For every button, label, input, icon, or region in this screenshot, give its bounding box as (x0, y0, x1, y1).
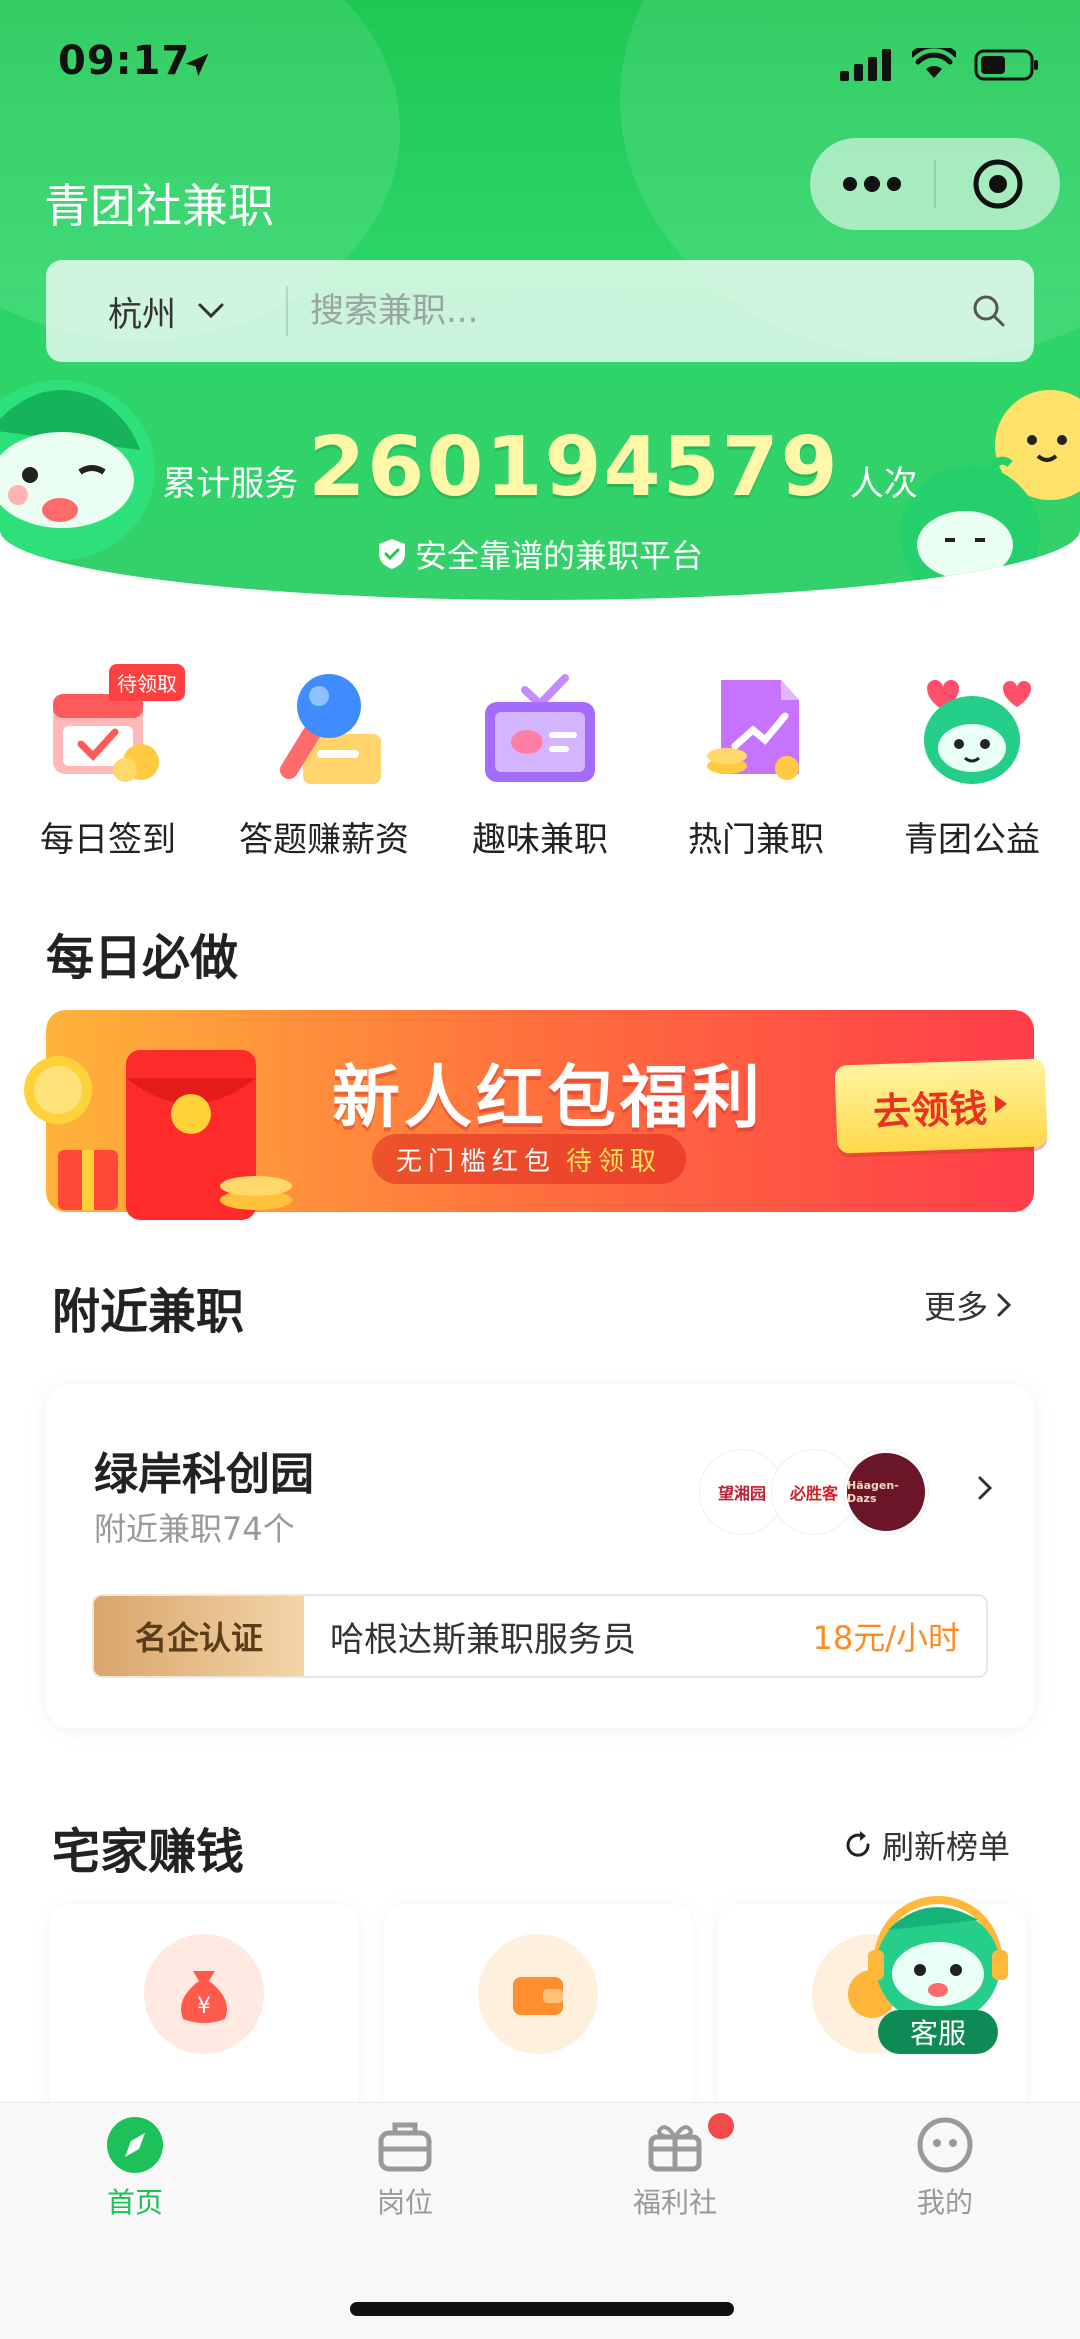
wallet-icon (478, 1934, 598, 2054)
verified-company-badge: 名企认证 (94, 1596, 304, 1676)
home-indicator (350, 2302, 734, 2316)
chevron-right-icon (978, 1476, 993, 1500)
mini-program-capsule (810, 138, 1060, 230)
category-label: 热门兼职 (688, 820, 824, 860)
refresh-label: 刷新榜单 (882, 1828, 1011, 1866)
header: 09:17 青团社兼职 杭州 搜索兼职... 累计服务 260194579 人次… (0, 0, 1080, 600)
category-quiz-earn[interactable]: 答题赚薪资 (216, 670, 432, 870)
tagline-text: 安全靠谱的兼职平台 (414, 537, 703, 575)
category-fun-jobs[interactable]: 趣味兼职 (432, 670, 648, 870)
search-icon (973, 295, 1005, 327)
search-button[interactable] (944, 294, 1034, 328)
trending-chart-icon (691, 670, 821, 790)
search-bar: 杭州 (46, 260, 1034, 362)
chevron-right-icon (997, 1293, 1012, 1317)
more-button[interactable] (810, 138, 934, 230)
gift-icon (648, 2125, 702, 2172)
tab-welfare[interactable]: 福利社 (540, 2103, 810, 2253)
job-title: 哈根达斯兼职服务员 (330, 1619, 636, 1660)
tab-label: 福利社 (632, 2186, 717, 2219)
calendar-checkin-icon: 待领取 (43, 664, 185, 790)
status-time: 09:17 (58, 38, 191, 84)
stats-number: 260194579 (308, 420, 840, 515)
close-mini-program-button[interactable] (936, 138, 1060, 230)
category-label: 趣味兼职 (472, 820, 608, 860)
daily-section-title: 每日必做 (46, 930, 239, 986)
service-mascot-icon (868, 1896, 1008, 2024)
more-label: 更多 (924, 1288, 989, 1326)
customer-service-button[interactable]: 客服 (858, 1880, 1018, 2060)
notification-dot (708, 2113, 734, 2139)
refresh-list-button[interactable]: 刷新榜单 (842, 1822, 1010, 1868)
location-arrow-icon (185, 53, 209, 77)
svg-text:¥: ¥ (197, 1994, 211, 2019)
wifi-icon (912, 48, 956, 78)
job-salary: 18元/小时 (812, 1619, 960, 1657)
chevron-down-icon (198, 303, 224, 319)
search-input[interactable] (288, 290, 944, 332)
service-stats: 累计服务 260194579 人次 安全靠谱的兼职平台 (0, 420, 1080, 577)
category-grid: 待领取 每日签到 答题赚薪资 趣味兼职 热门兼职 青团公益 (0, 664, 1080, 870)
nearby-section-title: 附近兼职 (52, 1284, 245, 1340)
brand-logo-haagendazs: Häagen-Dazs (844, 1450, 928, 1534)
category-label: 青团公益 (904, 820, 1040, 860)
category-charity[interactable]: 青团公益 (864, 670, 1080, 870)
smiley-face-icon (917, 2117, 973, 2173)
status-bar: 09:17 (0, 0, 1080, 130)
claim-money-button[interactable]: 去领钱 (834, 1058, 1048, 1154)
new-user-bonus-banner[interactable]: 新人红包福利 无门槛红包 待领取 去领钱 (24, 1010, 1048, 1220)
tab-label: 首页 (106, 2186, 163, 2219)
category-daily-checkin[interactable]: 待领取 每日签到 (0, 664, 216, 870)
battery-icon (974, 49, 1038, 81)
tab-profile[interactable]: 我的 (810, 2103, 1080, 2253)
brand-logos: 望湘园 必胜客 Häagen-Dazs (700, 1450, 928, 1534)
status-indicators (840, 48, 1040, 82)
app-title: 青团社兼职 (44, 179, 274, 233)
more-dots-icon (843, 176, 901, 192)
triangle-right-icon (994, 1095, 1007, 1114)
microphone-quiz-icon (259, 670, 389, 790)
home-earn-section-title: 宅家赚钱 (52, 1824, 245, 1880)
banner-subtitle-text: 无门槛红包 (396, 1146, 557, 1177)
banner-title: 新人红包福利 (332, 1059, 765, 1138)
nearby-park-card[interactable]: 绿岸科创园 附近兼职74个 望湘园 必胜客 Häagen-Dazs 名企认证 哈… (46, 1384, 1034, 1728)
nearby-more-link[interactable]: 更多 (924, 1282, 1012, 1328)
pending-badge: 待领取 (109, 664, 185, 701)
tab-home[interactable]: 首页 (0, 2103, 270, 2253)
stats-suffix: 人次 (849, 464, 918, 504)
tagline: 安全靠谱的兼职平台 (0, 531, 1080, 577)
briefcase-icon (378, 2122, 432, 2172)
refresh-icon (846, 1831, 870, 1857)
shield-check-icon (378, 539, 405, 569)
featured-job-row[interactable]: 名企认证 哈根达斯兼职服务员 18元/小时 (92, 1594, 988, 1678)
red-envelope-icon (24, 1050, 292, 1220)
tab-label: 岗位 (376, 2186, 433, 2219)
tv-fun-icon (475, 670, 605, 790)
park-name: 绿岸科创园 (94, 1449, 314, 1500)
service-label: 客服 (878, 2010, 998, 2054)
category-label: 答题赚薪资 (239, 820, 409, 860)
claim-money-label: 去领钱 (872, 1085, 988, 1134)
city-label: 杭州 (108, 294, 176, 335)
compass-icon (107, 2117, 163, 2173)
category-label: 每日签到 (40, 820, 176, 860)
city-selector[interactable]: 杭州 (46, 260, 286, 362)
banner-subtitle-highlight: 待领取 (566, 1146, 663, 1177)
money-bag-icon: ¥ (144, 1934, 264, 2054)
stats-prefix: 累计服务 (162, 464, 299, 504)
signal-icon (840, 49, 891, 81)
tab-label: 我的 (916, 2186, 973, 2219)
tab-jobs[interactable]: 岗位 (270, 2103, 540, 2253)
category-hot-jobs[interactable]: 热门兼职 (648, 670, 864, 870)
mascot-charity-icon (907, 670, 1037, 790)
target-icon (973, 159, 1023, 209)
park-job-count: 附近兼职74个 (94, 1510, 295, 1548)
banner-subtitle: 无门槛红包 待领取 (372, 1134, 687, 1184)
